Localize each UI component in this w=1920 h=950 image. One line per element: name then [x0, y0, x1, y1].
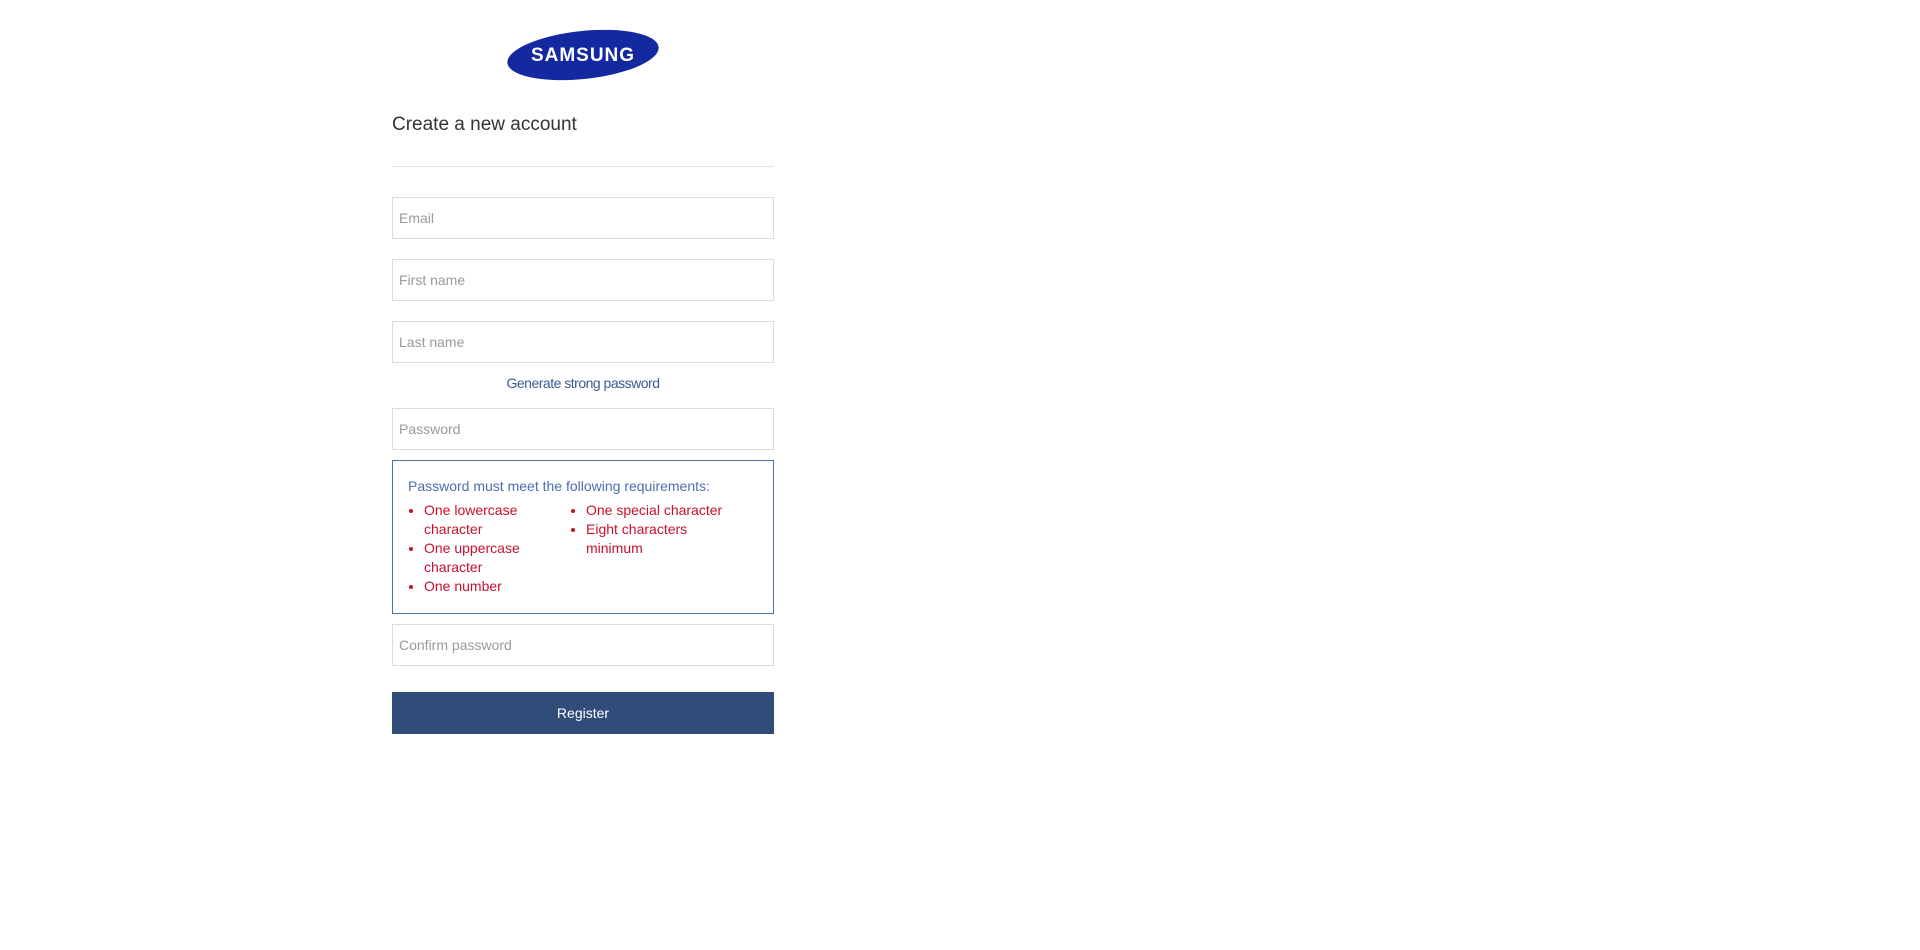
requirement-lowercase: One lowercase character [424, 501, 568, 539]
requirements-list-right: One special character Eight characters m… [568, 501, 743, 596]
last-name-field[interactable] [392, 321, 774, 363]
password-field[interactable] [392, 408, 774, 450]
registration-form: SAMSUNG Create a new account Generate st… [392, 0, 774, 734]
email-field[interactable] [392, 197, 774, 239]
page-title: Create a new account [392, 114, 577, 135]
requirement-special: One special character [586, 501, 743, 520]
requirement-number: One number [424, 577, 568, 596]
confirm-password-field[interactable] [392, 624, 774, 666]
divider [392, 166, 774, 167]
first-name-field[interactable] [392, 259, 774, 301]
requirements-title: Password must meet the following require… [408, 478, 710, 494]
register-button[interactable]: Register [392, 692, 774, 734]
requirement-length: Eight characters minimum [586, 520, 743, 558]
requirements-list-left: One lowercase character One uppercase ch… [408, 501, 568, 596]
requirements-columns: One lowercase character One uppercase ch… [408, 501, 759, 596]
generate-password-link[interactable]: Generate strong password [392, 375, 774, 391]
requirement-uppercase: One uppercase character [424, 539, 568, 577]
samsung-logo: SAMSUNG [507, 29, 659, 81]
password-requirements: Password must meet the following require… [392, 460, 774, 614]
logo-text: SAMSUNG [531, 45, 635, 66]
page: SAMSUNG Create a new account Generate st… [0, 0, 1920, 950]
